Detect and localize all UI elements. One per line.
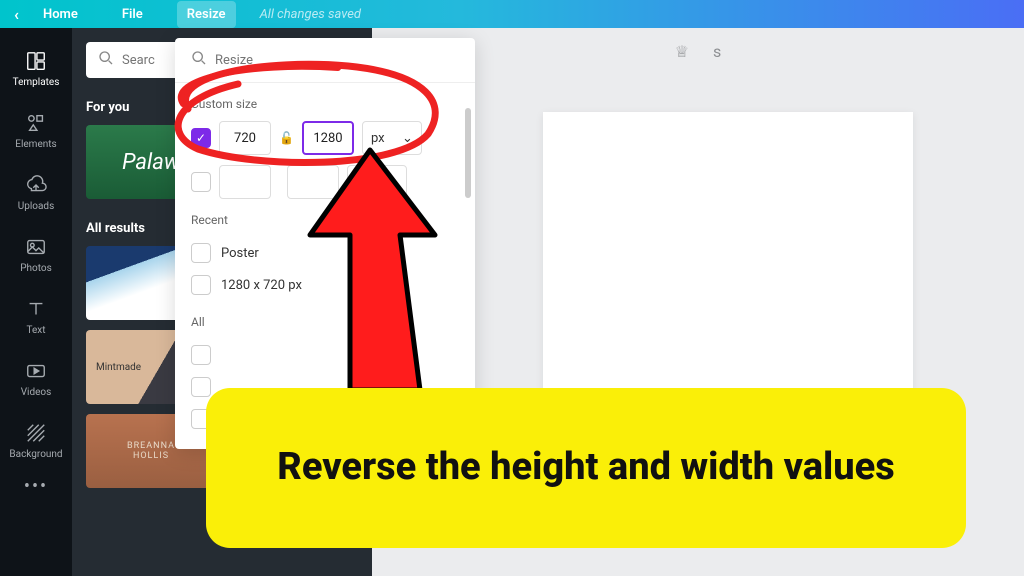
thumb-label: Palaw	[122, 150, 180, 175]
file-button[interactable]: File	[112, 1, 153, 28]
resize-dropdown: Custom size ✓ 🔓 px ⌄ px ⌄ Recent Poster 12…	[175, 38, 475, 449]
recent-checkbox[interactable]	[191, 275, 211, 295]
rail-text[interactable]: Text	[0, 286, 72, 348]
rail-label: Text	[26, 325, 45, 336]
rail-label: Elements	[15, 139, 56, 150]
search-icon	[191, 50, 207, 70]
text-icon	[25, 298, 47, 320]
s-icon[interactable]: s	[713, 42, 721, 61]
topbar: ‹ Home File Resize All changes saved	[0, 0, 1024, 28]
recent-item[interactable]: 1280 x 720 px	[191, 269, 459, 301]
save-status: All changes saved	[260, 7, 361, 22]
photos-icon	[25, 236, 47, 258]
all-item[interactable]	[191, 371, 459, 403]
height-input[interactable]	[302, 121, 354, 155]
recent-item-label: Poster	[221, 246, 259, 261]
recent-label: Recent	[191, 213, 459, 227]
videos-icon	[25, 360, 47, 382]
background-icon	[25, 422, 47, 444]
search-icon	[98, 50, 114, 70]
rail-videos[interactable]: Videos	[0, 348, 72, 410]
size-checkbox[interactable]: ✓	[191, 128, 211, 148]
rail-label: Photos	[20, 263, 52, 274]
chevron-down-icon: ⌄	[387, 175, 398, 190]
home-button[interactable]: Home	[33, 1, 88, 28]
all-checkbox[interactable]	[191, 409, 211, 429]
uploads-icon	[25, 174, 47, 196]
size-checkbox[interactable]	[191, 172, 211, 192]
rail-label: Uploads	[18, 201, 54, 212]
all-item[interactable]	[191, 403, 459, 435]
all-item[interactable]	[191, 339, 459, 371]
height-input-2[interactable]	[287, 165, 339, 199]
recent-item[interactable]: Poster	[191, 237, 459, 269]
lock-icon[interactable]: 🔓	[279, 131, 294, 145]
canvas-page[interactable]	[543, 112, 913, 532]
rail-elements[interactable]: Elements	[0, 100, 72, 162]
thumb-label: BREANNA	[127, 441, 175, 451]
rail-label: Videos	[21, 387, 52, 398]
unit-label: px	[356, 175, 370, 190]
rail-templates[interactable]: Templates	[0, 38, 72, 100]
unit-select-2[interactable]: px ⌄	[347, 165, 407, 199]
thumb-label: HOLLIS	[133, 451, 169, 461]
custom-size-row-2: px ⌄	[191, 165, 459, 199]
unit-label: px	[371, 131, 385, 146]
canvas-top-icons: ♕ s	[675, 42, 722, 61]
crown-icon[interactable]: ♕	[675, 42, 689, 61]
thumb-label: Mintmade	[96, 362, 141, 373]
all-label: All	[191, 315, 459, 329]
rail-photos[interactable]: Photos	[0, 224, 72, 286]
rail-more[interactable]: •••	[24, 476, 48, 497]
width-input[interactable]	[219, 121, 271, 155]
left-rail: Templates Elements Uploads Photos Text V…	[0, 28, 72, 576]
custom-size-label: Custom size	[191, 97, 459, 111]
width-input-2[interactable]	[219, 165, 271, 199]
all-checkbox[interactable]	[191, 345, 211, 365]
all-checkbox[interactable]	[191, 377, 211, 397]
rail-background[interactable]: Background	[0, 410, 72, 472]
chevron-down-icon: ⌄	[402, 131, 413, 146]
dropdown-search-input[interactable]	[215, 53, 459, 68]
rail-label: Templates	[13, 77, 60, 88]
back-icon[interactable]: ‹	[14, 5, 19, 24]
rail-label: Background	[9, 449, 62, 460]
custom-size-row-1: ✓ 🔓 px ⌄	[191, 121, 459, 155]
templates-icon	[25, 50, 47, 72]
unit-select[interactable]: px ⌄	[362, 121, 422, 155]
dropdown-search[interactable]	[175, 38, 475, 83]
rail-uploads[interactable]: Uploads	[0, 162, 72, 224]
recent-item-label: 1280 x 720 px	[221, 278, 302, 293]
recent-checkbox[interactable]	[191, 243, 211, 263]
resize-button[interactable]: Resize	[177, 1, 236, 28]
dropdown-scrollbar[interactable]	[465, 108, 471, 198]
elements-icon	[25, 112, 47, 134]
